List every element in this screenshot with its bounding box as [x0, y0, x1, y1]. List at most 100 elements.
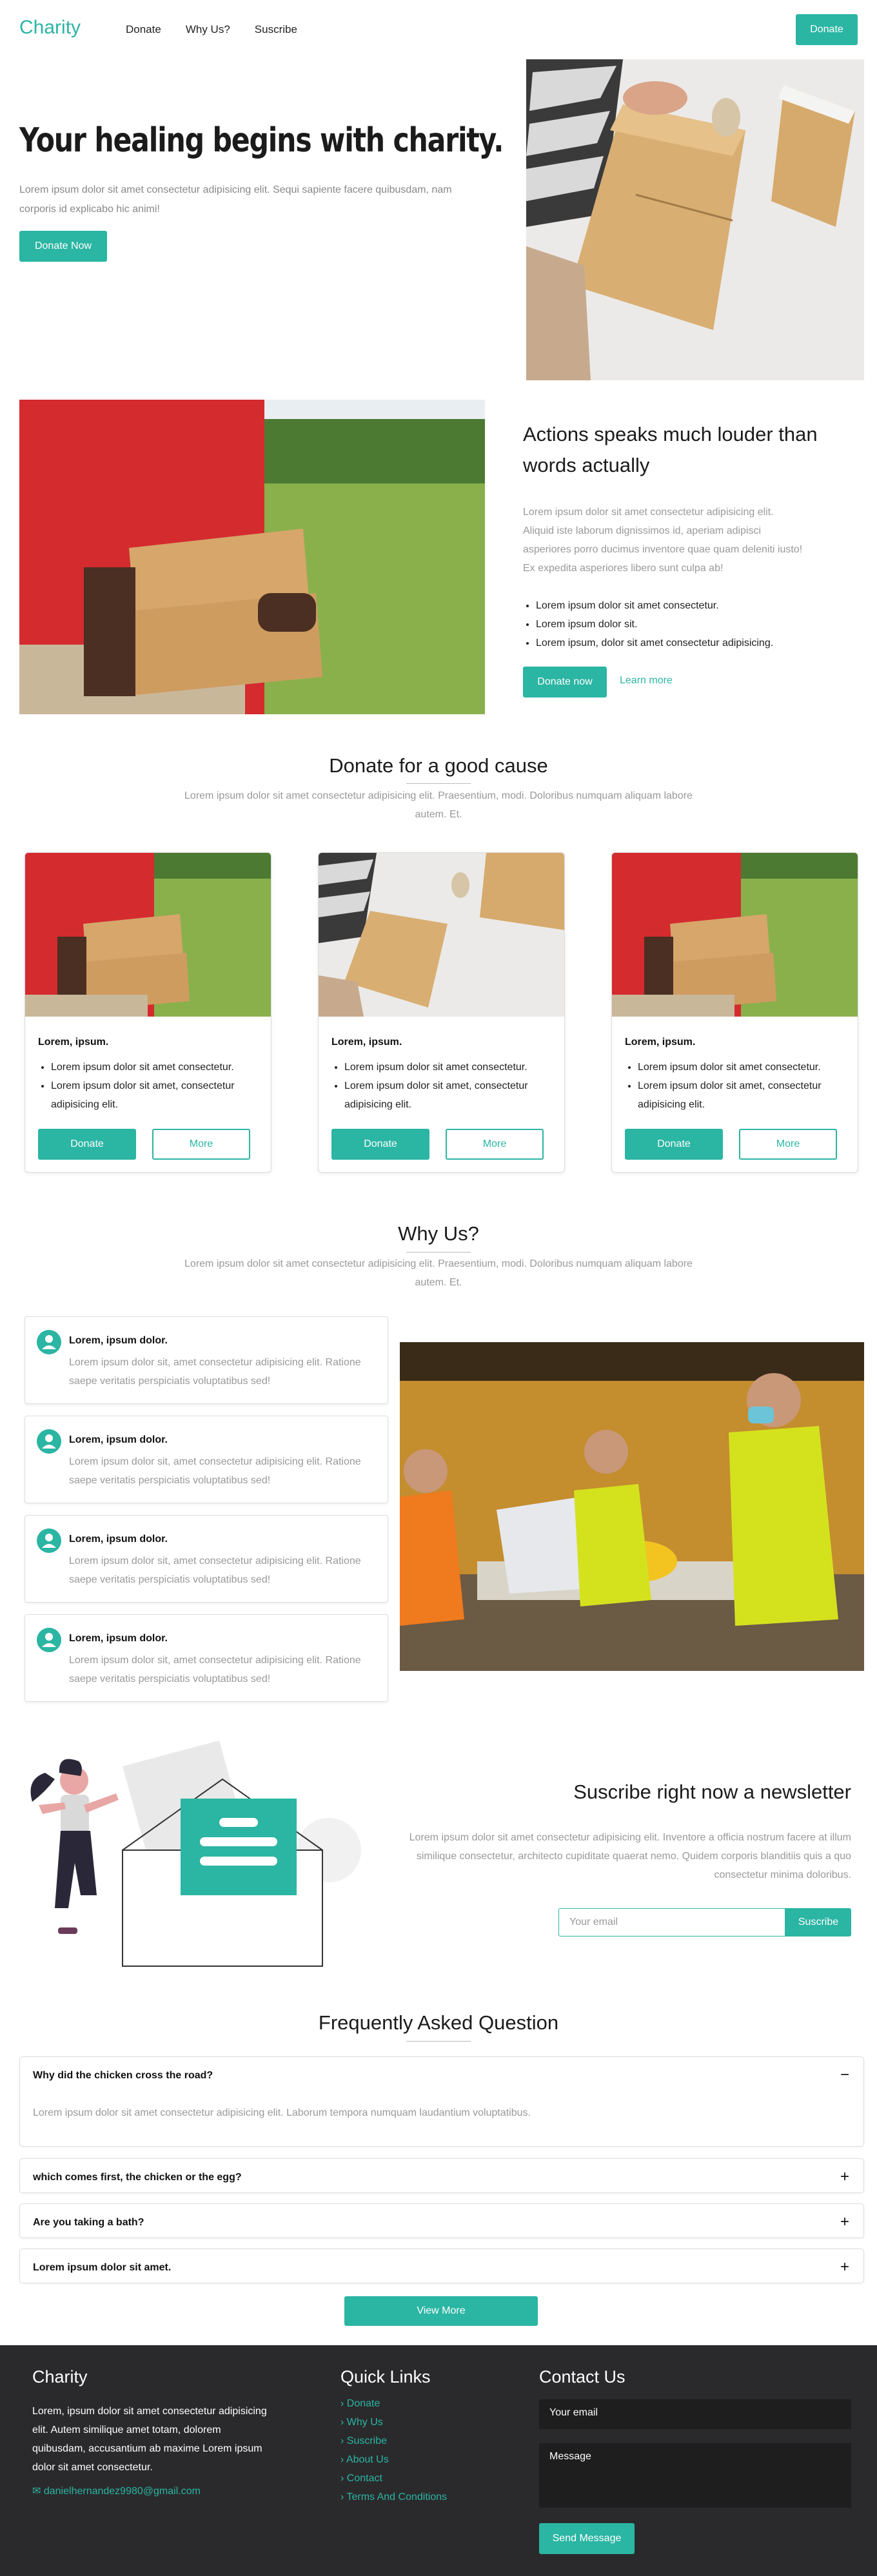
hero-donate-button[interactable]: Donate Now: [19, 231, 107, 262]
faq-answer: Lorem ipsum dolor sit amet consectetur a…: [33, 2107, 531, 2118]
contact-title: Contact Us: [539, 2367, 626, 2386]
delivery-person-image: [19, 400, 485, 714]
faq-item[interactable]: Why did the chicken cross the road? − Lo…: [19, 2056, 864, 2147]
quick-links-list: › Donate › Why Us › Suscribe › About Us …: [340, 2394, 447, 2506]
actions-donate-button[interactable]: Donate now: [523, 667, 607, 698]
why-us-subtitle: Lorem ipsum dolor sit amet consectetur a…: [184, 1258, 693, 1288]
card-donate-button[interactable]: Donate: [625, 1129, 723, 1160]
plus-icon[interactable]: +: [840, 2258, 849, 2276]
card-donate-button[interactable]: Donate: [38, 1129, 136, 1160]
user-icon: [37, 1528, 61, 1553]
card-list: Lorem ipsum dolor sit amet consectetur. …: [51, 1058, 267, 1114]
quick-link-contact[interactable]: › Contact: [340, 2469, 447, 2488]
footer-brand: Charity: [32, 2367, 88, 2386]
faq-item[interactable]: Lorem ipsum dolor sit amet. +: [19, 2249, 864, 2283]
card-more-button[interactable]: More: [739, 1129, 837, 1160]
donate-section-subtitle: Lorem ipsum dolor sit amet consectetur a…: [184, 790, 693, 820]
why-item-title: Lorem, ipsum dolor.: [69, 1534, 168, 1545]
user-icon: [37, 1628, 61, 1652]
list-item: Lorem ipsum dolor sit amet, consectetur …: [51, 1077, 267, 1114]
hero-image-packaging: [526, 59, 864, 380]
envelope-icon: ✉: [32, 2486, 44, 2497]
card-more-button[interactable]: More: [446, 1129, 544, 1160]
chevron-right-icon: ›: [340, 2417, 347, 2428]
donate-card: Lorem, ipsum. Lorem ipsum dolor sit amet…: [318, 852, 565, 1173]
why-item-text: Lorem ipsum dolor sit, amet consectetur …: [69, 1456, 361, 1486]
nav-link-why-us[interactable]: Why Us?: [186, 23, 230, 36]
quick-link-why-us[interactable]: › Why Us: [340, 2413, 447, 2432]
list-item: Lorem ipsum dolor sit amet consectetur.: [536, 596, 773, 615]
list-item: Lorem ipsum dolor sit amet consectetur.: [638, 1058, 854, 1077]
quick-links-title: Quick Links: [340, 2367, 431, 2386]
divider: [406, 2041, 471, 2042]
faq-item[interactable]: Are you taking a bath? +: [19, 2203, 864, 2238]
faq-question[interactable]: which comes first, the chicken or the eg…: [33, 2172, 242, 2183]
list-item: Lorem ipsum dolor sit amet consectetur.: [51, 1058, 267, 1077]
faq-question[interactable]: Why did the chicken cross the road?: [33, 2070, 213, 2082]
donate-card: Lorem, ipsum. Lorem ipsum dolor sit amet…: [25, 852, 271, 1173]
nav-donate-button[interactable]: Donate: [796, 14, 858, 45]
plus-icon[interactable]: +: [840, 2168, 849, 2186]
contact-message-field[interactable]: Message: [539, 2443, 851, 2508]
donate-section-title: Donate for a good cause: [329, 754, 548, 777]
faq-item[interactable]: which comes first, the chicken or the eg…: [19, 2158, 864, 2193]
card-title: Lorem, ipsum.: [625, 1037, 696, 1048]
why-item: Lorem, ipsum dolor. Lorem ipsum dolor si…: [25, 1614, 388, 1702]
card-list: Lorem ipsum dolor sit amet consectetur. …: [638, 1058, 854, 1114]
list-item: Lorem ipsum, dolor sit amet consectetur …: [536, 634, 773, 652]
card-more-button[interactable]: More: [152, 1129, 250, 1160]
chevron-right-icon: ›: [340, 2473, 347, 2484]
list-item: Lorem ipsum dolor sit.: [536, 615, 773, 634]
faq-title: Frequently Asked Question: [318, 2011, 559, 2034]
hero-text: Lorem ipsum dolor sit amet consectetur a…: [19, 184, 452, 215]
learn-more-link[interactable]: Learn more: [620, 675, 673, 687]
why-item-text: Lorem ipsum dolor sit, amet consectetur …: [69, 1556, 361, 1585]
newsletter-subscribe-button[interactable]: Suscribe: [785, 1908, 851, 1937]
why-item-text: Lorem ipsum dolor sit, amet consectetur …: [69, 1655, 361, 1684]
why-item: Lorem, ipsum dolor. Lorem ipsum dolor si…: [25, 1515, 388, 1603]
view-more-button[interactable]: View More: [344, 2296, 538, 2326]
chevron-right-icon: ›: [340, 2435, 347, 2446]
nav-links: Donate Why Us? Suscribe: [126, 23, 297, 36]
card-title: Lorem, ipsum.: [38, 1037, 109, 1048]
footer-email-link[interactable]: ✉ danielhernandez9980@gmail.com: [32, 2484, 201, 2497]
list-item: Lorem ipsum dolor sit amet, consectetur …: [638, 1077, 854, 1114]
list-item: Lorem ipsum dolor sit amet consectetur.: [344, 1058, 560, 1077]
user-icon: [37, 1330, 61, 1354]
minus-icon[interactable]: −: [840, 2066, 849, 2084]
nav-link-donate[interactable]: Donate: [126, 23, 161, 36]
chevron-right-icon: ›: [340, 2454, 346, 2465]
why-us-title: Why Us?: [398, 1222, 479, 1245]
newsletter-text: Lorem ipsum dolor sit amet consectetur a…: [409, 1832, 851, 1880]
donate-card: Lorem, ipsum. Lorem ipsum dolor sit amet…: [611, 852, 858, 1173]
newsletter-email-input[interactable]: Your email: [558, 1908, 785, 1937]
divider: [406, 1252, 471, 1253]
quick-link-donate[interactable]: › Donate: [340, 2394, 447, 2413]
footer-text: Lorem, ipsum dolor sit amet consectetur …: [32, 2406, 267, 2473]
plus-icon[interactable]: +: [840, 2213, 849, 2231]
card-image-delivery: [612, 853, 858, 1017]
why-item-text: Lorem ipsum dolor sit, amet consectetur …: [69, 1357, 361, 1387]
send-message-button[interactable]: Send Message: [539, 2523, 635, 2554]
quick-link-terms[interactable]: › Terms And Conditions: [340, 2488, 447, 2506]
navbar: Charity Donate Why Us? Suscribe Donate: [0, 0, 877, 59]
quick-link-suscribe[interactable]: › Suscribe: [340, 2432, 447, 2450]
actions-title: Actions speaks much louder than words ac…: [523, 423, 818, 476]
quick-link-about-us[interactable]: › About Us: [340, 2450, 447, 2469]
actions-text: Lorem ipsum dolor sit amet consectetur a…: [523, 507, 803, 574]
why-item: Lorem, ipsum dolor. Lorem ipsum dolor si…: [25, 1316, 388, 1404]
card-donate-button[interactable]: Donate: [331, 1129, 429, 1160]
why-item: Lorem, ipsum dolor. Lorem ipsum dolor si…: [25, 1416, 388, 1503]
faq-question[interactable]: Are you taking a bath?: [33, 2217, 144, 2229]
why-item-title: Lorem, ipsum dolor.: [69, 1633, 168, 1644]
why-item-title: Lorem, ipsum dolor.: [69, 1335, 168, 1346]
divider: [406, 783, 471, 784]
chevron-right-icon: ›: [340, 2398, 347, 2409]
contact-email-field[interactable]: Your email: [539, 2399, 851, 2429]
card-title: Lorem, ipsum.: [331, 1037, 402, 1048]
faq-question[interactable]: Lorem ipsum dolor sit amet.: [33, 2262, 171, 2274]
list-item: Lorem ipsum dolor sit amet, consectetur …: [344, 1077, 560, 1114]
hero-title: Your healing begins with charity.: [19, 121, 504, 160]
brand-logo[interactable]: Charity: [19, 17, 81, 39]
nav-link-suscribe[interactable]: Suscribe: [255, 23, 297, 36]
